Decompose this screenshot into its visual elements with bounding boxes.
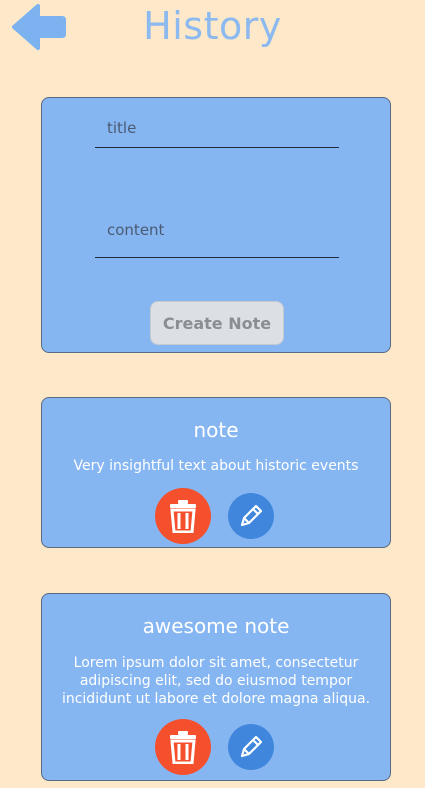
edit-note-button[interactable] (228, 724, 274, 770)
note-title: awesome note (142, 614, 290, 638)
edit-note-button[interactable] (228, 493, 274, 539)
page-title: History (143, 4, 282, 48)
note-body: Very insightful text about historic even… (73, 458, 359, 474)
trash-icon (170, 500, 196, 533)
note-card: awesome note Lorem ipsum dolor sit amet,… (41, 593, 391, 781)
note-body: Lorem ipsum dolor sit amet, consectetur … (61, 655, 371, 707)
create-note-form: Create Note (41, 97, 391, 353)
pencil-icon (240, 504, 263, 527)
delete-note-button[interactable] (155, 488, 211, 544)
trash-icon (170, 731, 196, 764)
note-card: note Very insightful text about historic… (41, 397, 391, 548)
create-note-button[interactable]: Create Note (150, 301, 284, 345)
title-input[interactable] (95, 116, 339, 148)
delete-note-button[interactable] (155, 719, 211, 775)
pencil-icon (240, 735, 263, 758)
header: History (0, 0, 425, 60)
note-title: note (193, 418, 239, 442)
content-input[interactable] (95, 210, 339, 258)
